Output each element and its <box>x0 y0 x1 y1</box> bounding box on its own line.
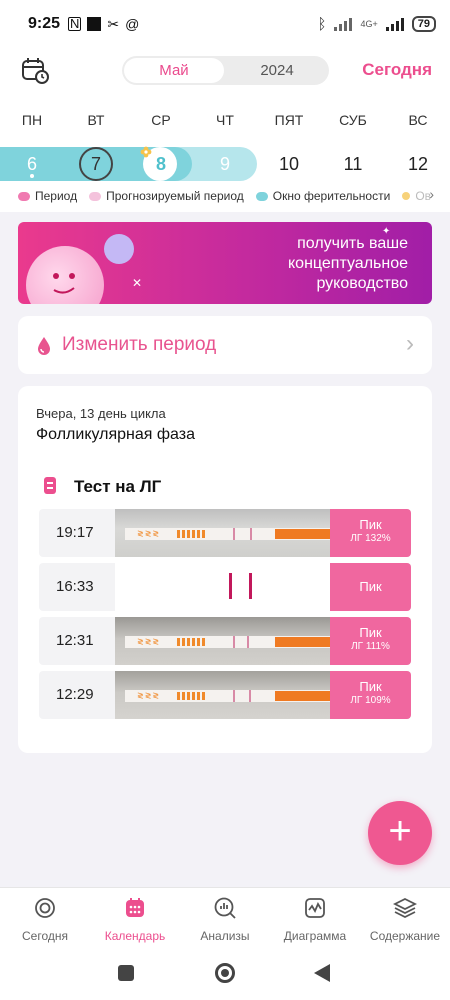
nfc-icon: N <box>68 16 82 31</box>
tool-icon: ✂ <box>107 15 120 32</box>
control-line-mark <box>229 573 232 599</box>
predicted-swatch-icon <box>89 191 102 201</box>
weekday-sun: ВС <box>408 112 428 128</box>
blood-drop-icon <box>38 337 50 355</box>
today-icon <box>35 898 55 918</box>
cycle-day-text: Вчера, 13 день цикла <box>36 406 166 421</box>
lh-test-time: 12:31 <box>56 632 94 649</box>
test-strip: ≷≷≷ <box>125 690 330 702</box>
battery-icon: 79 <box>411 16 436 32</box>
nav-analysis[interactable]: Анализы <box>180 888 270 947</box>
peak-badge: Пик ЛГ 109% <box>330 671 411 719</box>
status-bar: 9:25 N ✂ @ ᛒ 4G+ 79 <box>0 0 450 48</box>
peak-badge: Пик ЛГ 132% <box>330 509 411 557</box>
chevron-right-icon: › <box>406 330 414 357</box>
week-strip: ПН ВТ СР ЧТ ПЯТ СУБ ВС 6 7 8 9 10 11 12 … <box>0 100 450 212</box>
period-swatch-icon <box>18 191 30 201</box>
legend: Период Прогнозируемый период Окно ферите… <box>0 186 450 206</box>
lh-strip-photo: ≷≷≷ <box>115 617 330 665</box>
weekday-fri: ПЯТ <box>274 112 304 128</box>
day-12[interactable]: 12 <box>386 147 450 181</box>
ovulation-swatch-icon <box>402 192 411 200</box>
lh-test-time: 12:29 <box>56 686 94 703</box>
status-time: 9:25 <box>28 15 61 32</box>
fertile-swatch-icon <box>255 191 268 201</box>
banner-text: получить ваше концептуальное руководство <box>288 235 408 292</box>
lh-test-time: 19:17 <box>56 524 94 541</box>
nav-today[interactable]: Сегодня <box>0 888 90 947</box>
lh-strip-photo: ≷≷≷ <box>115 671 330 719</box>
lh-test-time: 16:33 <box>56 578 94 595</box>
edit-period-button[interactable]: Изменить период › <box>18 316 432 374</box>
legend-item-ovulation: Ов <box>402 189 431 203</box>
recent-apps-icon[interactable] <box>118 965 134 981</box>
legend-scroll-chevron-icon[interactable]: › <box>429 186 434 202</box>
nav-chart[interactable]: Диаграмма <box>270 888 360 947</box>
peak-badge: Пик ЛГ 111% <box>330 617 411 665</box>
lh-test-icon <box>44 477 56 494</box>
day-10[interactable]: 10 <box>257 147 321 181</box>
weekday-mon: ПН <box>21 112 43 128</box>
day-9[interactable]: 9 <box>193 147 257 181</box>
lh-test-title: Тест на ЛГ <box>74 477 162 496</box>
weekday-thu: ЧТ <box>216 112 234 128</box>
calendar-icon <box>126 898 144 917</box>
lh-test-row[interactable]: 12:29 ≷≷≷ Пик ЛГ 109% <box>39 671 411 719</box>
day-11[interactable]: 11 <box>321 147 385 181</box>
weekday-wed: СР <box>151 112 171 128</box>
lh-strip-photo: ≷≷≷ <box>115 509 330 557</box>
notification-icons: N ✂ @ <box>68 16 139 33</box>
day-7[interactable]: 7 <box>64 147 128 181</box>
calendar-settings-icon[interactable] <box>21 56 49 84</box>
network-type: 4G+ <box>360 19 378 29</box>
sparkle-icon: ✕ <box>132 276 143 290</box>
test-line-mark <box>249 573 252 599</box>
signal-2-icon <box>385 17 404 31</box>
signal-icon <box>334 17 353 31</box>
bottom-nav: Сегодня Календарь Анализы Диаграмма Соде… <box>0 887 450 947</box>
cycle-phase: Фолликулярная фаза <box>36 426 196 443</box>
nav-content[interactable]: Содержание <box>360 888 450 947</box>
chart-icon <box>305 898 325 918</box>
legend-item-predicted: Прогнозируемый период <box>89 189 244 203</box>
test-strip: ≷≷≷ <box>125 636 330 648</box>
lh-test-row[interactable]: 12:31 ≷≷≷ Пик ЛГ 111% <box>39 617 411 665</box>
legend-item-period: Период <box>18 189 77 203</box>
day-8[interactable]: 8 <box>129 147 193 181</box>
calendar-header: Май 2024 Сегодня <box>0 48 450 100</box>
lh-test-row[interactable]: 19:17 ≷≷≷ Пик ЛГ 132% <box>39 509 411 557</box>
bluetooth-icon: ᛒ <box>317 15 327 33</box>
weekday-tue: ВТ <box>87 112 105 128</box>
month-tab[interactable]: Май <box>124 58 224 83</box>
month-year-switch: Май 2024 <box>122 56 329 85</box>
home-icon[interactable] <box>215 963 235 983</box>
system-navigation-bar <box>0 947 450 1000</box>
ovulation-flower-icon <box>140 146 152 158</box>
peak-badge: Пик <box>330 563 411 611</box>
banner-moon-icon <box>104 234 134 264</box>
legend-item-fertile: Окно ферительности <box>255 189 390 203</box>
day-6[interactable]: 6 <box>0 147 64 181</box>
at-icon: @ <box>125 16 140 32</box>
test-strip: ≷≷≷ <box>125 528 330 540</box>
layers-icon <box>392 897 418 919</box>
add-button[interactable]: + <box>368 801 432 865</box>
analysis-icon <box>214 897 236 919</box>
edit-period-label: Изменить период <box>62 334 217 355</box>
weekday-sat: СУБ <box>339 112 367 128</box>
nav-calendar[interactable]: Календарь <box>90 888 180 947</box>
lh-test-row[interactable]: 16:33 Пик <box>39 563 411 611</box>
cycle-info-card: Вчера, 13 день цикла Фолликулярная фаза … <box>18 386 432 753</box>
banner-planet-icon <box>26 246 104 304</box>
year-tab[interactable]: 2024 <box>227 58 327 83</box>
today-button[interactable]: Сегодня <box>362 60 432 80</box>
back-icon[interactable] <box>314 964 330 982</box>
promo-banner[interactable]: ✕ ✦ получить ваше концептуальное руковод… <box>18 222 432 304</box>
lh-line-marks <box>115 563 330 611</box>
notification-square-icon <box>87 17 102 31</box>
